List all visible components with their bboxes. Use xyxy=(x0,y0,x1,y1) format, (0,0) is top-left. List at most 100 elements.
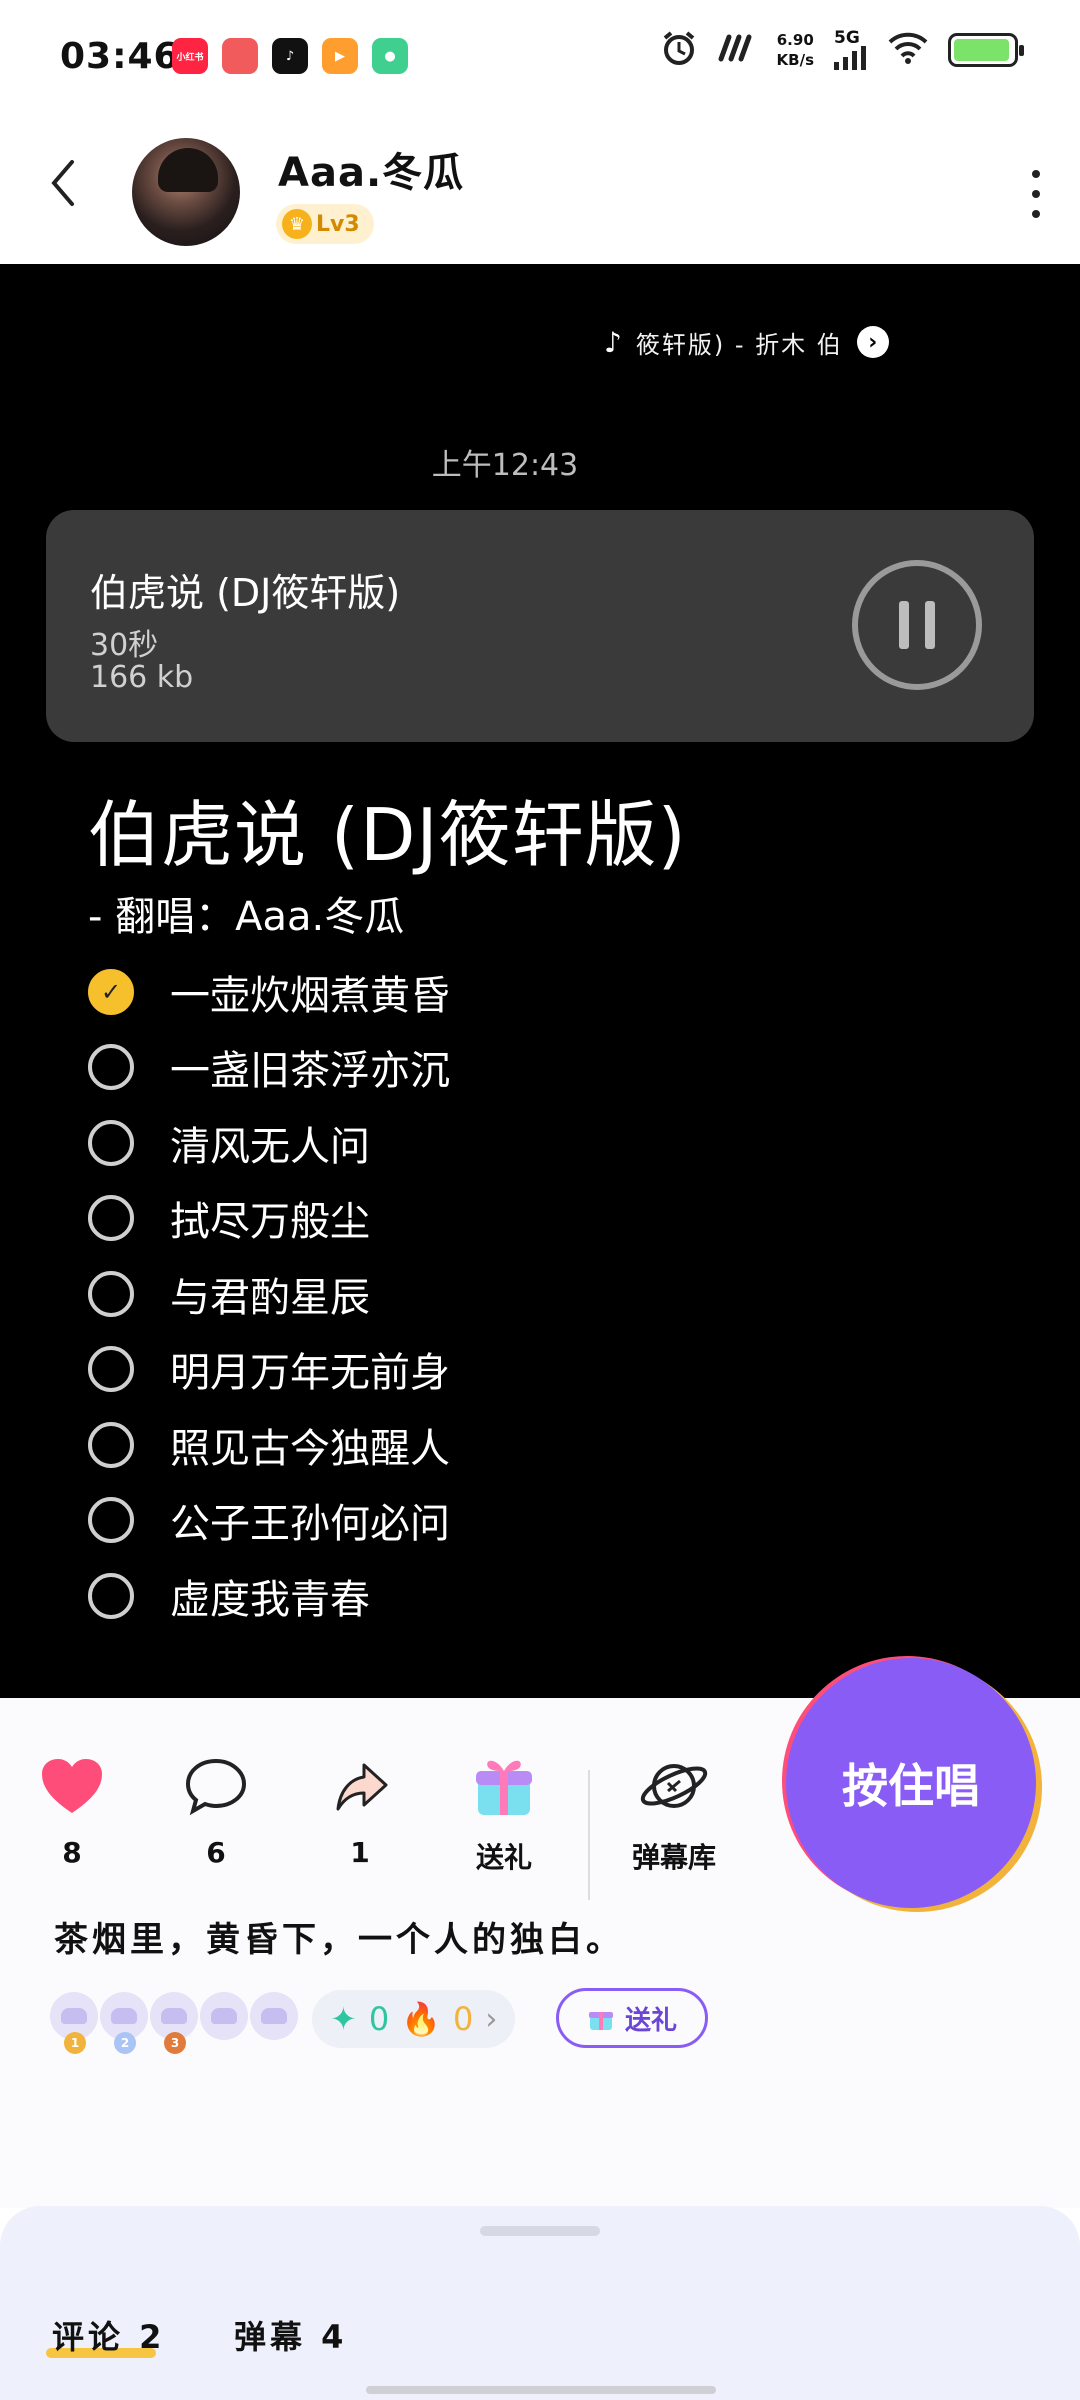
unchecked-circle-icon[interactable] xyxy=(88,1270,134,1317)
message-timestamp: 上午12:43 xyxy=(431,448,579,483)
lyric-text: 公子王孙何必问 xyxy=(170,1501,450,1548)
fan-avatar[interactable] xyxy=(250,1992,298,2040)
chevron-right-icon[interactable]: › xyxy=(856,326,889,358)
fan-avatar[interactable]: 3 xyxy=(150,1992,198,2054)
comment-icon xyxy=(185,1758,247,1815)
lyric-line[interactable]: ✓ 一壶炊烟煮黄昏 xyxy=(88,954,450,1030)
diamond-count: 0 xyxy=(368,2000,390,2038)
audio-duration: 30秒 xyxy=(90,628,159,663)
gift-button[interactable]: 送礼 xyxy=(454,1754,554,1876)
home-indicator xyxy=(366,2386,716,2394)
stats-pill[interactable]: ✦ 0 🔥 0 › xyxy=(312,1990,516,2048)
unchecked-circle-icon[interactable] xyxy=(88,1421,134,1468)
fan-avatar[interactable]: 1 xyxy=(50,1992,98,2054)
sparkle-icon: ✦ xyxy=(330,2000,357,2038)
lyric-line[interactable]: 公子王孙何必问 xyxy=(88,1483,450,1559)
cellular-signal: 5G xyxy=(834,30,868,70)
chevron-right-icon: › xyxy=(485,2001,498,2037)
audio-size: 166 kb xyxy=(90,660,194,695)
signal-bars-icon xyxy=(834,46,866,70)
comments-sheet: 评论 2 弹幕 4 xyxy=(0,2206,1080,2400)
audio-title: 伯虎说 (DJ筱轩版) xyxy=(90,571,401,615)
pause-icon xyxy=(899,601,909,649)
network-speed: 6.90 KB/s xyxy=(776,31,814,69)
lyric-line[interactable]: 与君酌星辰 xyxy=(88,1256,450,1332)
tab-danmaku[interactable]: 弹幕 4 xyxy=(234,2312,347,2358)
lyric-line[interactable]: 明月万年无前身 xyxy=(88,1332,450,1408)
chevron-left-icon xyxy=(51,160,74,206)
rank-medal-icon: 1 xyxy=(64,2032,86,2054)
song-description: 茶烟里，黄昏下，一个人的独白。 xyxy=(54,1920,624,1960)
gift-label: 送礼 xyxy=(475,1841,532,1874)
lyric-line[interactable]: 照见古今独醒人 xyxy=(88,1407,450,1483)
checked-circle-icon[interactable]: ✓ xyxy=(88,968,134,1015)
lyric-line[interactable]: 拭尽万般尘 xyxy=(88,1181,450,1257)
crown-icon: ♛ xyxy=(282,209,312,239)
comment-count: 6 xyxy=(206,1836,226,1869)
unchecked-circle-icon[interactable] xyxy=(88,1119,134,1166)
planet-icon xyxy=(640,1764,708,1808)
lyric-line[interactable]: 虚度我青春 xyxy=(88,1558,450,1634)
carrier-icon xyxy=(717,33,757,67)
pause-button[interactable] xyxy=(852,560,982,690)
status-bar: 03:46 小红书 ♪ ▶ ● 6.90 KB/s 5G xyxy=(0,0,1080,118)
user-name[interactable]: Aaa.冬瓜 xyxy=(278,140,464,198)
gift-box-icon xyxy=(476,1760,532,1815)
flame-icon: 🔥 xyxy=(401,2000,442,2038)
battery-icon xyxy=(948,33,1024,67)
lyric-text: 一壶炊烟煮黄昏 xyxy=(170,972,450,1019)
tab-comments[interactable]: 评论 2 xyxy=(52,2312,165,2358)
unchecked-circle-icon[interactable] xyxy=(88,1195,134,1242)
fan-avatar[interactable] xyxy=(200,1992,248,2040)
status-time: 03:46 xyxy=(60,36,180,77)
rank-medal-icon: 2 xyxy=(114,2032,136,2054)
more-options-button[interactable] xyxy=(1028,170,1044,218)
lyric-text: 清风无人问 xyxy=(170,1123,370,1170)
unchecked-circle-icon[interactable] xyxy=(88,1044,134,1091)
comment-button[interactable]: 6 xyxy=(166,1754,266,1869)
share-button[interactable]: 1 xyxy=(310,1754,410,1869)
music-note-icon: ♪ xyxy=(604,325,622,359)
xiaohongshu-app-icon: 小红书 xyxy=(172,38,208,74)
fan-avatars[interactable]: 1 2 3 xyxy=(50,1992,298,2054)
lyric-text: 一盏旧茶浮亦沉 xyxy=(170,1048,450,1095)
lyric-text: 明月万年无前身 xyxy=(170,1350,450,1397)
tiktok-app-icon: ♪ xyxy=(272,38,308,74)
like-button[interactable]: 8 xyxy=(22,1754,122,1869)
lyric-text: 拭尽万般尘 xyxy=(170,1199,370,1246)
heart-icon xyxy=(42,1759,102,1813)
lyric-text: 虚度我青春 xyxy=(170,1576,370,1623)
hold-to-sing-button[interactable]: 按住唱 xyxy=(786,1658,1036,1908)
back-button[interactable] xyxy=(48,158,98,218)
lyrics-subtitle: - 翻唱：Aaa.冬瓜 xyxy=(88,894,405,940)
unchecked-circle-icon[interactable] xyxy=(88,1572,134,1619)
send-gift-button[interactable]: 送礼 xyxy=(556,1988,708,2048)
alarm-icon xyxy=(661,30,697,70)
notification-app-icons: 小红书 ♪ ▶ ● xyxy=(172,38,408,74)
avatar[interactable] xyxy=(132,138,240,246)
danmaku-library-button[interactable]: 弹幕库 xyxy=(624,1754,724,1876)
now-playing-marquee[interactable]: ♪ 筱轩版) - 折木 伯 › xyxy=(604,322,889,362)
unchecked-circle-icon[interactable] xyxy=(88,1497,134,1544)
lyric-line[interactable]: 一盏旧茶浮亦沉 xyxy=(88,1030,450,1106)
share-icon xyxy=(336,1763,388,1811)
lyric-text: 与君酌星辰 xyxy=(170,1274,370,1321)
level-badge: ♛ Lv3 xyxy=(276,204,374,244)
lyric-line[interactable]: 清风无人问 xyxy=(88,1105,450,1181)
unchecked-circle-icon[interactable] xyxy=(88,1346,134,1393)
like-count: 8 xyxy=(62,1836,82,1869)
share-count: 1 xyxy=(350,1836,370,1869)
sheet-drag-handle[interactable] xyxy=(480,2226,600,2236)
danmaku-library-label: 弹幕库 xyxy=(631,1841,716,1874)
maps-app-icon xyxy=(222,38,258,74)
fan-avatar[interactable]: 2 xyxy=(100,1992,148,2054)
leaf-app-icon: ● xyxy=(372,38,408,74)
chat-header: Aaa.冬瓜 ♛ Lv3 xyxy=(0,118,1080,264)
action-divider xyxy=(588,1770,590,1900)
song-media-area: ♪ 筱轩版) - 折木 伯 › 上午12:43 伯虎说 (DJ筱轩版) 30秒 … xyxy=(0,264,1080,1704)
lyric-text: 照见古今独醒人 xyxy=(170,1425,450,1472)
wifi-icon xyxy=(888,32,928,68)
status-indicators: 6.90 KB/s 5G xyxy=(661,30,1024,70)
audio-message-card[interactable]: 伯虎说 (DJ筱轩版) 30秒 166 kb xyxy=(46,510,1034,742)
lyrics-list: ✓ 一壶炊烟煮黄昏 一盏旧茶浮亦沉 清风无人问拭尽万般尘与君酌星辰明月万年无前身 照见古… xyxy=(88,954,450,1634)
